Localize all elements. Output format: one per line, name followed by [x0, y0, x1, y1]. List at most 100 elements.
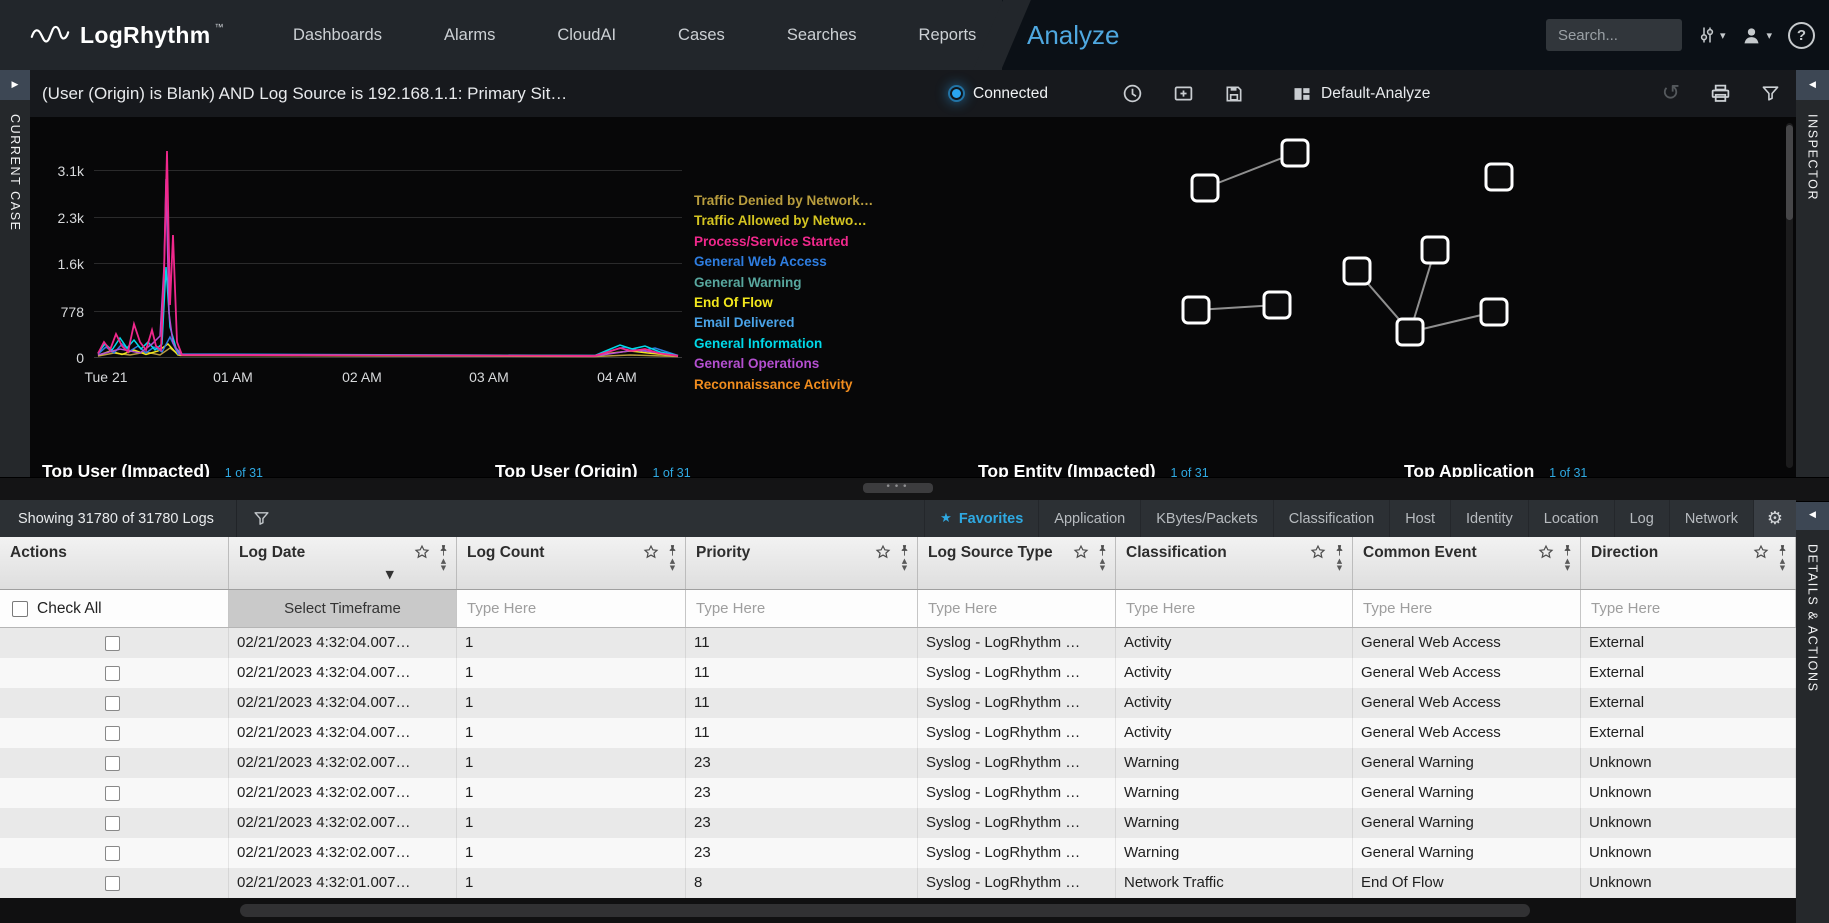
favorite-column-icon[interactable]: [1310, 544, 1326, 560]
nav-item-reports[interactable]: Reports: [888, 26, 1008, 45]
check-all-checkbox[interactable]: [12, 601, 28, 617]
legend-item-process-service-started[interactable]: Process/Service Started: [694, 232, 873, 252]
scrollbar-thumb[interactable]: [240, 904, 1530, 917]
current-case-panel-tab[interactable]: ▶ CURRENT CASE: [0, 70, 30, 477]
favorite-column-icon[interactable]: [414, 544, 430, 560]
expand-current-case-button[interactable]: ▶: [0, 70, 30, 100]
graph-node[interactable]: [1481, 299, 1507, 325]
nav-item-cloudai[interactable]: CloudAI: [526, 26, 647, 45]
table-row[interactable]: 02/21/2023 4:32:02.007…123Syslog - LogRh…: [0, 748, 1796, 778]
brand[interactable]: LogRhythm ™: [30, 0, 223, 70]
time-range-icon[interactable]: [1122, 83, 1143, 104]
expand-inspector-button[interactable]: ◀: [1796, 70, 1829, 100]
legend-item-general-warning[interactable]: General Warning: [694, 273, 873, 293]
favorite-column-icon[interactable]: [875, 544, 891, 560]
nav-item-searches[interactable]: Searches: [756, 26, 888, 45]
legend-item-general-web-access[interactable]: General Web Access: [694, 252, 873, 272]
dashboard-vertical-scrollbar[interactable]: [1786, 123, 1793, 468]
add-widget-icon[interactable]: [1173, 83, 1194, 104]
tab-kbytes-packets[interactable]: KBytes/Packets: [1140, 500, 1273, 537]
favorite-column-icon[interactable]: [643, 544, 659, 560]
legend-item-general-operations[interactable]: General Operations: [694, 354, 873, 374]
widget-pager[interactable]: 1 of 31: [1170, 466, 1208, 477]
tab-identity[interactable]: Identity: [1450, 500, 1528, 537]
filter-input-classification[interactable]: [1124, 599, 1344, 618]
legend-item-traffic-allowed-by-netwo[interactable]: Traffic Allowed by Netwo…: [694, 211, 873, 231]
table-row[interactable]: 02/21/2023 4:32:04.007…111Syslog - LogRh…: [0, 658, 1796, 688]
filter-input-log-count[interactable]: [465, 599, 677, 618]
row-checkbox[interactable]: [105, 636, 120, 651]
row-checkbox[interactable]: [105, 846, 120, 861]
graph-node[interactable]: [1397, 319, 1423, 345]
row-checkbox[interactable]: [105, 876, 120, 891]
legend-item-end-of-flow[interactable]: End Of Flow: [694, 293, 873, 313]
graph-node[interactable]: [1183, 297, 1209, 323]
table-horizontal-scrollbar[interactable]: [0, 898, 1796, 923]
row-checkbox[interactable]: [105, 816, 120, 831]
table-row[interactable]: 02/21/2023 4:32:02.007…123Syslog - LogRh…: [0, 808, 1796, 838]
pin-column-control[interactable]: ▲▼: [1333, 544, 1346, 572]
tab-host[interactable]: Host: [1389, 500, 1450, 537]
column-header-common-event[interactable]: Common Event▲▼: [1353, 537, 1581, 589]
help-button[interactable]: ?: [1788, 22, 1815, 49]
nav-item-analyze-active[interactable]: Analyze: [1027, 0, 1120, 70]
row-checkbox[interactable]: [105, 696, 120, 711]
column-header-direction[interactable]: Direction▲▼: [1581, 537, 1796, 589]
pin-column-control[interactable]: ▲▼: [666, 544, 679, 572]
favorite-column-icon[interactable]: [1753, 544, 1769, 560]
column-header-log-count[interactable]: Log Count▲▼: [457, 537, 686, 589]
row-checkbox[interactable]: [105, 726, 120, 741]
row-checkbox[interactable]: [105, 786, 120, 801]
pin-column-control[interactable]: ▲▼: [1561, 544, 1574, 572]
details-actions-panel-tab[interactable]: ◀ DETAILS & ACTIONS: [1796, 500, 1829, 923]
column-header-priority[interactable]: Priority▲▼: [686, 537, 918, 589]
save-icon[interactable]: [1224, 84, 1244, 104]
table-row[interactable]: 02/21/2023 4:32:04.007…111Syslog - LogRh…: [0, 688, 1796, 718]
table-row[interactable]: 02/21/2023 4:32:01.007…18Syslog - LogRhy…: [0, 868, 1796, 898]
widget-pager[interactable]: 1 of 31: [225, 466, 263, 477]
row-checkbox[interactable]: [105, 666, 120, 681]
favorite-column-icon[interactable]: [1538, 544, 1554, 560]
tab-log[interactable]: Log: [1614, 500, 1669, 537]
legend-item-reconnaissance-activity[interactable]: Reconnaissance Activity: [694, 375, 873, 395]
graph-node[interactable]: [1344, 258, 1370, 284]
table-row[interactable]: 02/21/2023 4:32:02.007…123Syslog - LogRh…: [0, 838, 1796, 868]
graph-node[interactable]: [1192, 175, 1218, 201]
pin-column-control[interactable]: ▲▼: [1096, 544, 1109, 572]
tab-application[interactable]: Application: [1038, 500, 1140, 537]
column-header-log-date[interactable]: Log Date▲▼▼: [229, 537, 457, 589]
scrollbar-thumb[interactable]: [1786, 125, 1793, 220]
legend-item-traffic-denied-by-network[interactable]: Traffic Denied by Network…: [694, 191, 873, 211]
pin-column-control[interactable]: ▲▼: [1776, 544, 1789, 572]
table-row[interactable]: 02/21/2023 4:32:04.007…111Syslog - LogRh…: [0, 718, 1796, 748]
table-row[interactable]: 02/21/2023 4:32:04.007…111Syslog - LogRh…: [0, 628, 1796, 658]
undo-icon[interactable]: ↺: [1662, 83, 1680, 105]
tab-classification[interactable]: Classification: [1273, 500, 1389, 537]
widget-pager[interactable]: 1 of 31: [1549, 466, 1587, 477]
search-input[interactable]: [1546, 19, 1682, 51]
layout-picker[interactable]: Default-Analyze: [1292, 70, 1430, 117]
column-header-classification[interactable]: Classification▲▼: [1116, 537, 1353, 589]
widget-pager[interactable]: 1 of 31: [652, 466, 690, 477]
select-timeframe-button[interactable]: Select Timeframe: [229, 590, 456, 627]
table-row[interactable]: 02/21/2023 4:32:02.007…123Syslog - LogRh…: [0, 778, 1796, 808]
filter-input-common-event[interactable]: [1361, 599, 1572, 618]
pin-column-control[interactable]: ▲▼: [898, 544, 911, 572]
grid-filter-icon[interactable]: [253, 510, 270, 527]
expand-details-actions-button[interactable]: ◀: [1796, 500, 1829, 530]
legend-item-email-delivered[interactable]: Email Delivered: [694, 313, 873, 333]
graph-node[interactable]: [1264, 292, 1290, 318]
panel-splitter[interactable]: •••: [0, 477, 1829, 502]
print-icon[interactable]: [1710, 83, 1731, 104]
filter-input-log-source-type[interactable]: [926, 599, 1107, 618]
filter-input-priority[interactable]: [694, 599, 909, 618]
tab-location[interactable]: Location: [1528, 500, 1614, 537]
filter-input-direction[interactable]: [1589, 599, 1787, 618]
splitter-handle[interactable]: •••: [863, 483, 933, 493]
graph-node[interactable]: [1282, 140, 1308, 166]
display-settings-control[interactable]: ▾: [1698, 26, 1726, 44]
grid-settings-button[interactable]: ⚙: [1753, 500, 1796, 537]
graph-node[interactable]: [1422, 237, 1448, 263]
row-checkbox[interactable]: [105, 756, 120, 771]
tab-favorites[interactable]: ★Favorites: [924, 500, 1038, 537]
